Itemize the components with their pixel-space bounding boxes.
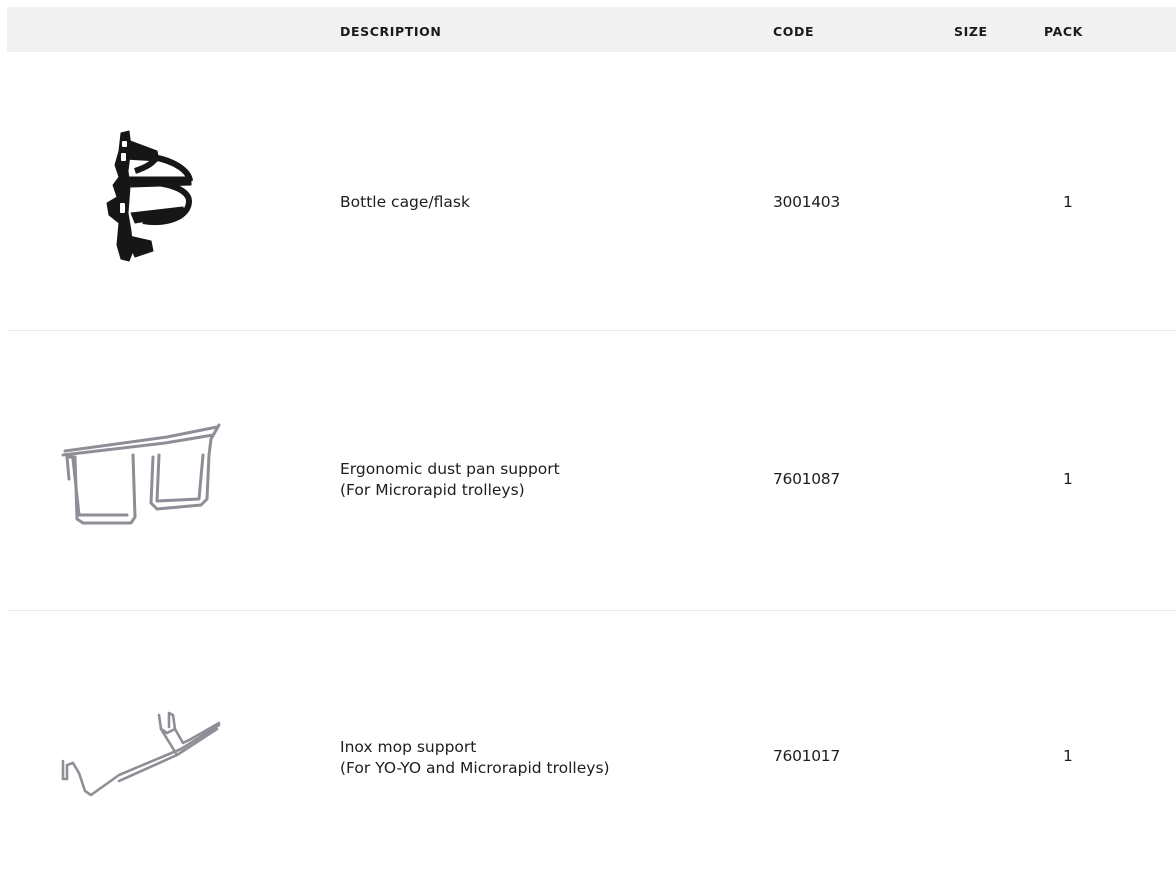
table-row: Inox mop support (For YO-YO and Microrap… bbox=[7, 611, 1176, 887]
dust-pan-support-icon bbox=[61, 423, 221, 525]
mop-support-icon bbox=[61, 711, 221, 797]
table-row: Ergonomic dust pan support (For Microrap… bbox=[7, 331, 1176, 611]
table-row: Bottle cage/flask 3001403 1 bbox=[7, 52, 1176, 331]
code-cell: 7601087 bbox=[773, 470, 840, 488]
column-header-description: DESCRIPTION bbox=[340, 24, 442, 39]
column-header-pack: PACK bbox=[1044, 24, 1083, 39]
column-header-size: SIZE bbox=[954, 24, 988, 39]
pack-cell: 1 bbox=[1063, 747, 1073, 765]
code-cell: 7601017 bbox=[773, 747, 840, 765]
product-table: DESCRIPTION CODE SIZE PACK Bottle cage/f… bbox=[7, 7, 1176, 887]
description-cell: Ergonomic dust pan support (For Microrap… bbox=[340, 460, 560, 499]
bottle-cage-icon bbox=[106, 130, 193, 262]
description-cell: Bottle cage/flask bbox=[340, 193, 470, 211]
pack-cell: 1 bbox=[1063, 470, 1073, 488]
table-header: DESCRIPTION CODE SIZE PACK bbox=[7, 7, 1176, 52]
column-header-code: CODE bbox=[773, 24, 815, 39]
description-cell: Inox mop support (For YO-YO and Microrap… bbox=[340, 738, 610, 777]
pack-cell: 1 bbox=[1063, 193, 1073, 211]
code-cell: 3001403 bbox=[773, 193, 840, 211]
